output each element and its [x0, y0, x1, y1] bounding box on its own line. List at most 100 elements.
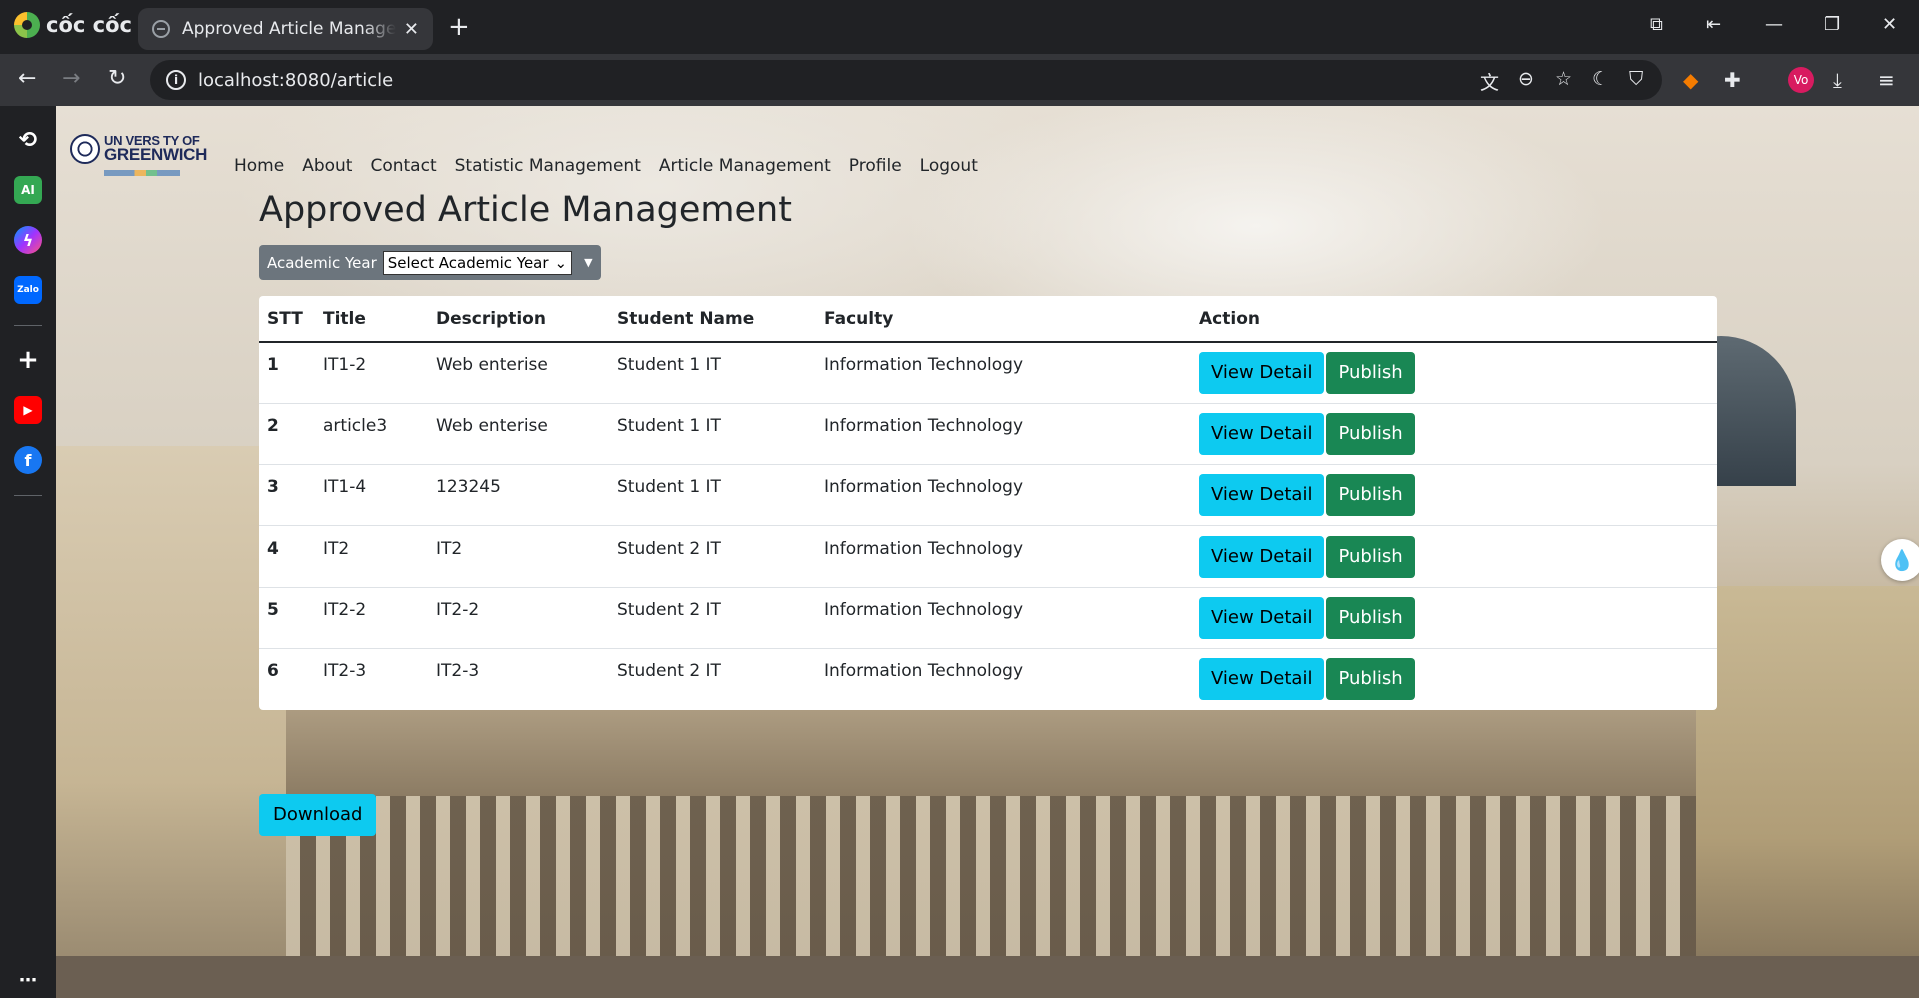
reload-icon[interactable]: ↻	[108, 64, 126, 94]
back-icon[interactable]: ←	[18, 64, 36, 94]
table-header-row: STT Title Description Student Name Facul…	[259, 296, 1717, 343]
new-tab-icon[interactable]: +	[448, 12, 470, 42]
cell-student-name-text: Student 2 IT	[617, 538, 721, 559]
main-nav: Home About Contact Statistic Management …	[234, 156, 978, 176]
cell-stt-text: 4	[267, 538, 279, 559]
academic-year-select[interactable]: Select Academic Year ⌄	[382, 250, 573, 275]
tab-search-icon[interactable]: ⧉	[1650, 14, 1663, 35]
address-bar[interactable]: i localhost:8080/article 文 ⊖ ☆ ☾ ⛉	[150, 60, 1662, 100]
download-icon[interactable]: ⤓	[1833, 68, 1842, 92]
metamask-extension-icon[interactable]: ◆	[1683, 68, 1698, 92]
view-detail-button[interactable]: View Detail	[1199, 351, 1325, 394]
cell-faculty-text: Information Technology	[824, 415, 1024, 436]
cell-stt: 4	[259, 525, 315, 588]
profile-avatar[interactable]: Vo	[1788, 67, 1814, 93]
cell-description-text: Web enterise	[436, 354, 548, 375]
nav-about[interactable]: About	[302, 156, 352, 176]
add-icon[interactable]: +	[14, 345, 42, 375]
view-detail-button[interactable]: View Detail	[1199, 596, 1325, 639]
restore-icon[interactable]: ❐	[1824, 14, 1840, 35]
bookmark-star-icon[interactable]: ☆	[1555, 68, 1572, 90]
cell-action: View Detail Publish	[1191, 648, 1717, 709]
menu-icon[interactable]: ≡	[1878, 68, 1895, 92]
web-page: UN VERS TY OF GREENWICH Home About Conta…	[56, 106, 1919, 998]
cell-title: IT1-2	[315, 342, 428, 404]
cell-description-text: IT2-3	[436, 661, 480, 682]
download-button[interactable]: Download	[259, 794, 377, 836]
translate-icon[interactable]: 文	[1480, 68, 1499, 95]
cell-student-name: Student 1 IT	[609, 403, 816, 466]
logo-text: UN VERS TY OF GREENWICH	[104, 134, 207, 163]
cell-stt: 5	[259, 587, 315, 649]
site-info-icon[interactable]: i	[166, 70, 186, 90]
cell-student-name: Student 2 IT	[609, 648, 816, 709]
header-faculty: Faculty	[816, 296, 1191, 343]
url-text: localhost:8080/article	[198, 69, 394, 91]
nav-logout[interactable]: Logout	[920, 156, 978, 176]
cell-description: 123245	[428, 464, 609, 527]
cell-description-text: IT2-2	[436, 599, 480, 620]
university-logo[interactable]: UN VERS TY OF GREENWICH	[70, 134, 207, 180]
active-tab[interactable]: Approved Article Management ✕	[138, 8, 433, 50]
view-detail-button[interactable]: View Detail	[1199, 535, 1325, 578]
logo-line2: GREENWICH	[104, 145, 208, 164]
youtube-icon[interactable]: ▶	[14, 396, 42, 424]
cell-stt: 2	[259, 403, 315, 466]
facebook-icon[interactable]: f	[14, 446, 42, 474]
publish-button[interactable]: Publish	[1326, 474, 1415, 517]
shield-icon[interactable]: ⛉	[1629, 68, 1643, 90]
cell-student-name: Student 2 IT	[609, 525, 816, 588]
publish-button[interactable]: Publish	[1326, 412, 1415, 455]
chevron-down-icon: ⌄	[554, 253, 568, 272]
cell-title-text: IT1-4	[323, 477, 367, 498]
close-window-icon[interactable]: ✕	[1882, 14, 1897, 35]
browser-brand-name: cốc cốc	[46, 13, 132, 37]
cell-title-text: IT2-2	[323, 599, 367, 620]
background-building	[1696, 586, 1919, 998]
academic-year-label: Academic Year	[267, 253, 377, 272]
dark-mode-icon[interactable]: ☾	[1592, 68, 1609, 90]
cell-description-text: 123245	[436, 477, 501, 498]
more-icon[interactable]: ⋯	[14, 966, 42, 994]
publish-button[interactable]: Publish	[1326, 535, 1415, 578]
zoom-icon[interactable]: ⊖	[1518, 68, 1534, 90]
water-drop-floating-icon[interactable]: 💧	[1881, 539, 1919, 581]
cell-stt-text: 2	[267, 415, 279, 436]
articles-table: STT Title Description Student Name Facul…	[259, 296, 1717, 710]
cell-faculty-text: Information Technology	[824, 477, 1024, 498]
cell-description: Web enterise	[428, 342, 609, 404]
nav-profile[interactable]: Profile	[849, 156, 902, 176]
cell-student-name-text: Student 2 IT	[617, 599, 721, 620]
messenger-icon[interactable]: ϟ	[14, 226, 42, 254]
cell-title-text: IT2	[323, 538, 350, 559]
cell-title: IT2-3	[315, 648, 428, 709]
filter-dropdown-toggle-icon[interactable]: ▼	[584, 256, 592, 269]
cell-stt-text: 5	[267, 599, 279, 620]
view-detail-button[interactable]: View Detail	[1199, 658, 1325, 701]
nav-article-management[interactable]: Article Management	[659, 156, 831, 176]
nav-home[interactable]: Home	[234, 156, 284, 176]
cell-title: IT2-2	[315, 587, 428, 649]
view-detail-button[interactable]: View Detail	[1199, 474, 1325, 517]
tab-list-icon[interactable]: ⇤	[1706, 14, 1721, 35]
tab-close-icon[interactable]: ✕	[404, 19, 419, 40]
history-icon[interactable]: ⟲	[14, 126, 42, 154]
zalo-icon[interactable]: Zalo	[14, 276, 42, 304]
publish-button[interactable]: Publish	[1326, 658, 1415, 701]
cell-student-name: Student 2 IT	[609, 587, 816, 649]
forward-icon[interactable]: →	[62, 64, 80, 94]
header-description: Description	[428, 296, 609, 343]
cell-faculty: Information Technology	[816, 587, 1191, 649]
nav-statistic-management[interactable]: Statistic Management	[455, 156, 641, 176]
minimize-icon[interactable]: —	[1765, 14, 1783, 35]
ai-icon[interactable]: AI	[14, 176, 42, 204]
zalo-label: Zalo	[17, 285, 39, 295]
publish-button[interactable]: Publish	[1326, 351, 1415, 394]
header-student-name: Student Name	[609, 296, 816, 343]
sidebar-divider	[14, 495, 42, 496]
publish-button[interactable]: Publish	[1326, 596, 1415, 639]
header-stt: STT	[259, 296, 315, 343]
extensions-icon[interactable]: ✚	[1724, 68, 1741, 92]
view-detail-button[interactable]: View Detail	[1199, 412, 1325, 455]
nav-contact[interactable]: Contact	[370, 156, 436, 176]
